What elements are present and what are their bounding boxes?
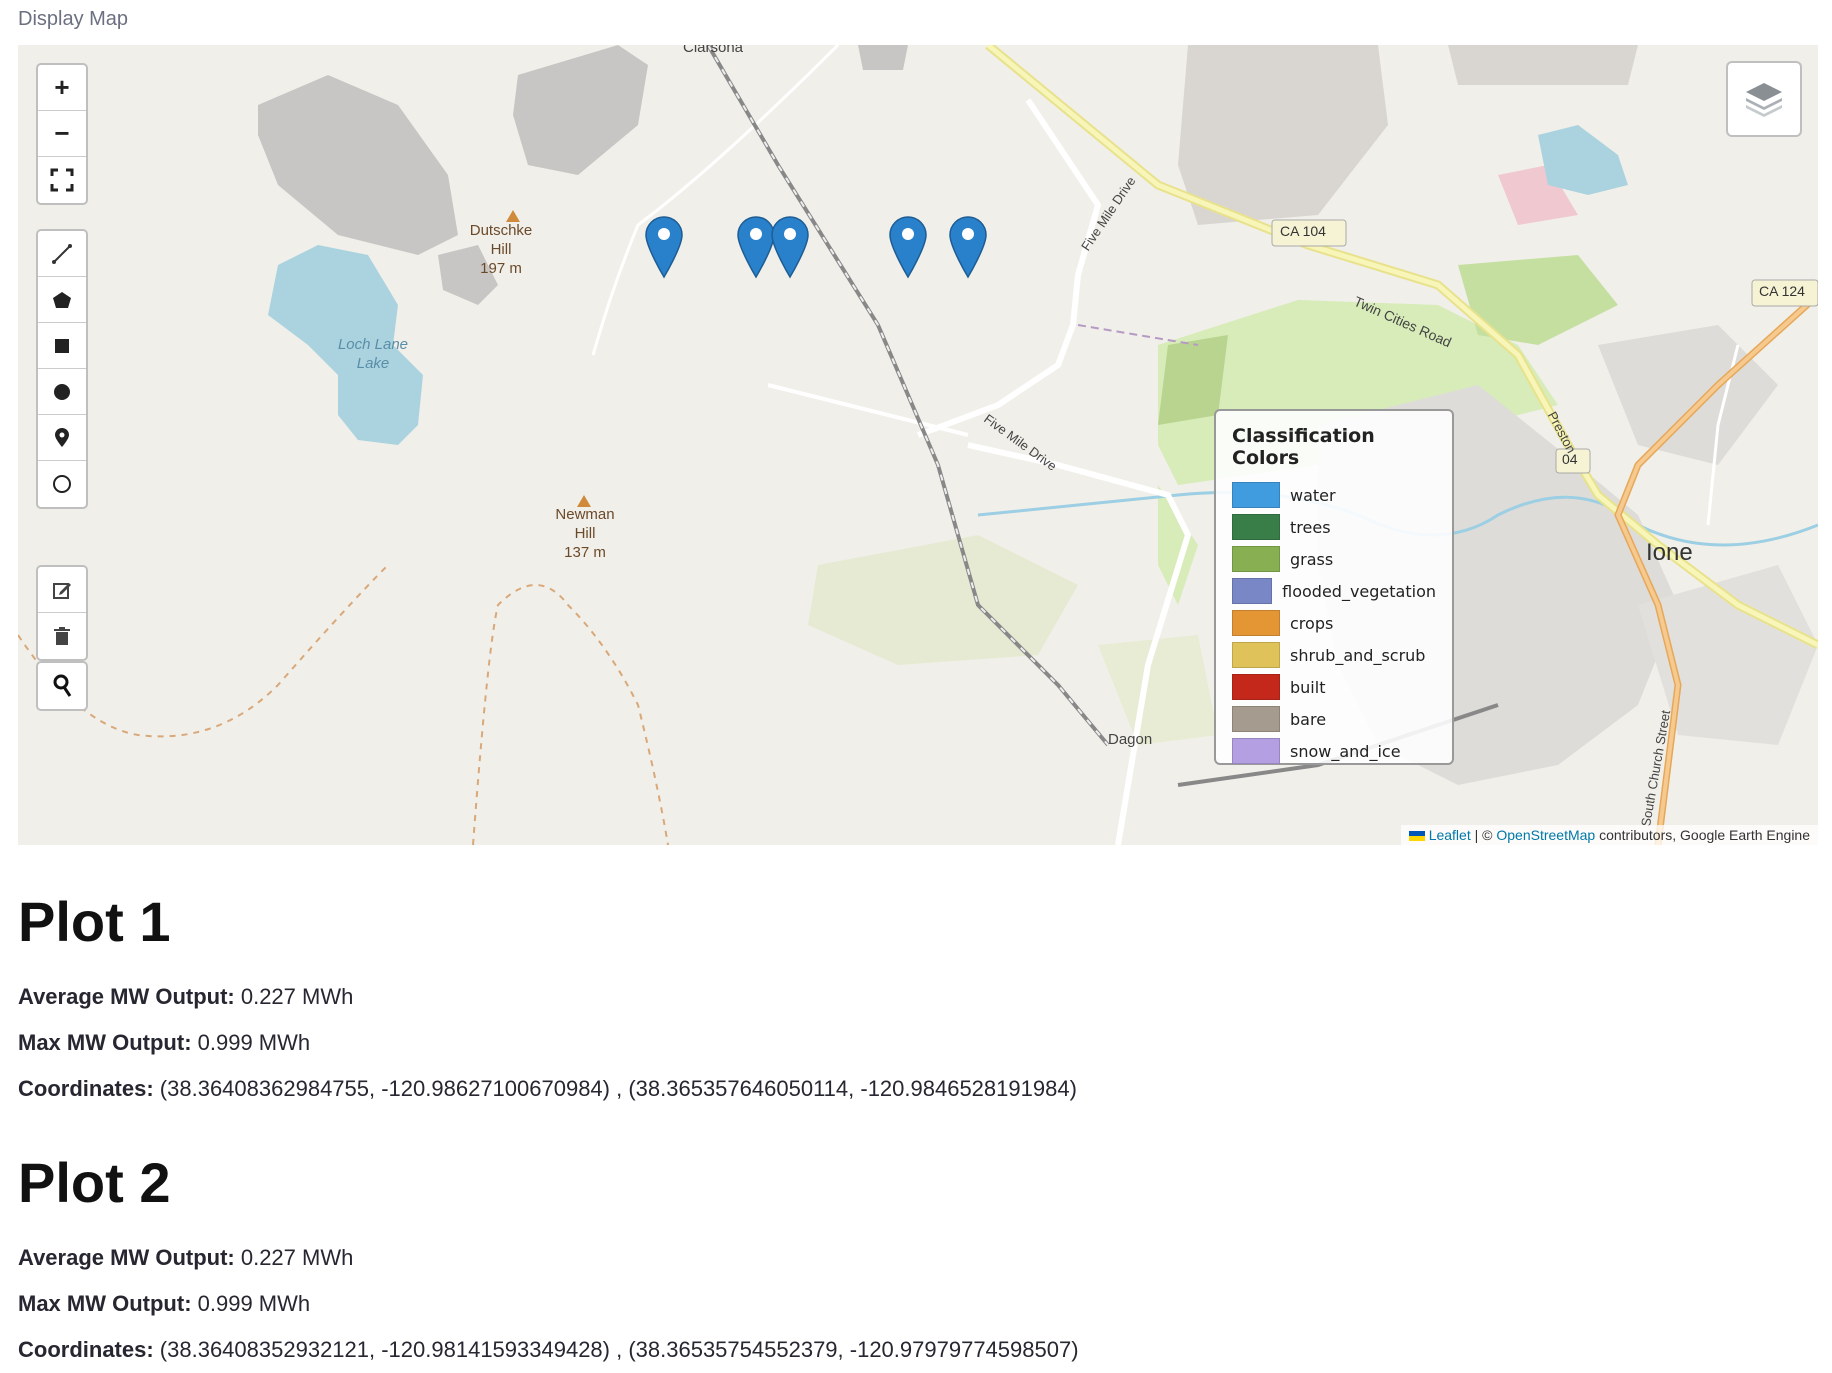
- max-output-line: Max MW Output: 0.999 MWh: [18, 1291, 311, 1316]
- legend-swatch: [1232, 514, 1280, 540]
- legend-label: trees: [1290, 517, 1331, 537]
- map-attribution: Leaflet | © OpenStreetMap contributors, …: [1400, 825, 1818, 845]
- draw-rectangle-button[interactable]: [38, 323, 86, 369]
- legend-label: flooded_vegetation: [1282, 581, 1436, 601]
- rectangle-icon: [55, 338, 69, 353]
- legend-label: bare: [1290, 709, 1327, 729]
- legend-item: snow_and_ice: [1232, 735, 1436, 767]
- legend-swatch: [1232, 706, 1280, 732]
- legend-item: shrub_and_scrub: [1232, 639, 1436, 671]
- legend-item: trees: [1232, 511, 1436, 543]
- legend-item: crops: [1232, 607, 1436, 639]
- legend-label: built: [1290, 677, 1326, 697]
- attribution-text: contributors, Google Earth Engine: [1595, 827, 1810, 843]
- map-container[interactable]: Clarsona Dutschke Hill 197 m Loch Lane Lake…: [18, 45, 1818, 845]
- road-badge-ca124: CA 124: [1759, 283, 1805, 299]
- zoom-in-button[interactable]: +: [38, 65, 86, 111]
- legend-swatch: [1232, 738, 1280, 764]
- layers-control-button[interactable]: [1726, 61, 1802, 137]
- draw-polygon-button[interactable]: [38, 277, 86, 323]
- plot-section: Plot 2 Average MW Output: 0.227 MWh Max …: [18, 1151, 1079, 1373]
- legend-item: grass: [1232, 543, 1436, 575]
- draw-toolbar: [36, 229, 88, 509]
- plot-section: Plot 1 Average MW Output: 0.227 MWh Max …: [18, 890, 1077, 1112]
- trash-icon: [54, 627, 70, 645]
- fullscreen-button[interactable]: [38, 157, 86, 203]
- legend-swatch: [1232, 482, 1280, 508]
- basemap[interactable]: [18, 45, 1818, 845]
- polyline-icon: [52, 243, 72, 264]
- search-control: [36, 661, 88, 711]
- map-label: Display Map: [18, 8, 129, 30]
- plot-title: Plot 1: [18, 890, 171, 953]
- map-marker[interactable]: [770, 215, 810, 279]
- edit-toolbar: [36, 565, 88, 661]
- legend-swatch: [1232, 674, 1280, 700]
- classification-legend: Classification Colors water trees grass flo…: [1214, 409, 1454, 765]
- osm-link[interactable]: OpenStreetMap: [1496, 827, 1595, 843]
- map-marker[interactable]: [948, 215, 988, 279]
- place-label-ione: Ione: [1646, 539, 1693, 566]
- map-marker[interactable]: [644, 215, 684, 279]
- legend-label: crops: [1290, 613, 1334, 633]
- legend-label: water: [1290, 485, 1336, 505]
- legend-swatch: [1232, 610, 1280, 636]
- edit-icon: [53, 582, 71, 599]
- place-label-dagon: Dagon: [1108, 731, 1153, 748]
- legend-label: shrub_and_scrub: [1290, 645, 1426, 665]
- zoom-control: + −: [36, 63, 88, 205]
- legend-item: bare: [1232, 703, 1436, 735]
- legend-swatch: [1232, 642, 1280, 668]
- search-icon: [53, 674, 72, 697]
- legend-item: built: [1232, 671, 1436, 703]
- attribution-separator: | ©: [1470, 827, 1497, 843]
- place-label-dutschke-hill: Dutschke Hill 197 m: [469, 222, 533, 277]
- legend-label: grass: [1290, 549, 1334, 569]
- average-output-line: Average MW Output: 0.227 MWh: [18, 1245, 354, 1270]
- polygon-icon: [53, 291, 71, 308]
- edit-layers-button[interactable]: [38, 567, 86, 613]
- search-button[interactable]: [38, 663, 86, 709]
- place-label-loch-lane-lake: Loch Lane Lake: [337, 336, 409, 372]
- marker-icon: [55, 427, 69, 447]
- leaflet-link[interactable]: Leaflet: [1429, 827, 1471, 843]
- zoom-out-button[interactable]: −: [38, 111, 86, 157]
- layers-icon: [1746, 83, 1782, 117]
- circle-marker-icon: [53, 475, 71, 493]
- draw-circle-button[interactable]: [38, 369, 86, 415]
- fullscreen-icon: [50, 168, 74, 192]
- place-label-newman-hill: Newman Hill 137 m: [555, 506, 615, 561]
- plot-title: Plot 2: [18, 1151, 171, 1214]
- legend-label: snow_and_ice: [1290, 741, 1401, 761]
- average-output-line: Average MW Output: 0.227 MWh: [18, 984, 354, 1009]
- delete-layers-button[interactable]: [38, 613, 86, 659]
- max-output-line: Max MW Output: 0.999 MWh: [18, 1030, 311, 1055]
- map-marker[interactable]: [888, 215, 928, 279]
- legend-swatch: [1232, 546, 1280, 572]
- coordinates-line: Coordinates: (38.36408362984755, -120.98…: [18, 1076, 1077, 1101]
- coordinates-line: Coordinates: (38.36408352932121, -120.98…: [18, 1337, 1079, 1362]
- legend-item: water: [1232, 479, 1436, 511]
- draw-circlemarker-button[interactable]: [38, 461, 86, 507]
- road-badge-ca104: CA 104: [1280, 223, 1326, 239]
- draw-polyline-button[interactable]: [38, 231, 86, 277]
- draw-marker-button[interactable]: [38, 415, 86, 461]
- legend-title: Classification Colors: [1232, 425, 1375, 469]
- place-label-clarsona: Clarsona: [683, 45, 744, 56]
- legend-item: flooded_vegetation: [1232, 575, 1436, 607]
- circle-icon: [54, 383, 70, 400]
- ukraine-flag-icon: [1408, 831, 1425, 842]
- legend-swatch: [1232, 578, 1273, 604]
